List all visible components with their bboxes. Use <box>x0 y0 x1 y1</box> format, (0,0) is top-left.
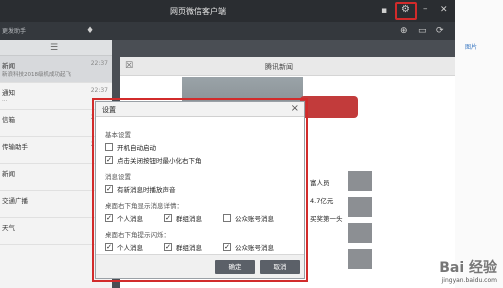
section-show-detail: 桌面右下角显示消息详情： <box>105 202 183 210</box>
news-line-3[interactable]: 买奖第一头 <box>310 213 343 223</box>
notify-personal-label: 个人消息 <box>117 244 143 252</box>
chat-list-header: ☰ <box>0 40 112 56</box>
sound-on-message-checkbox[interactable]: ✓ 有新消息时播放声音 <box>105 184 176 194</box>
notify-personal[interactable]: ✓ 个人消息 <box>105 242 143 252</box>
minimize-on-close-label: 点击关闭按钮时最小化右下角 <box>117 157 202 165</box>
sub-toolbar: 更发助手 ♦ ⊕ ▭ ⟳ <box>0 22 455 40</box>
add-icon[interactable]: ⊕ <box>400 26 408 36</box>
chat-time: 22:37 <box>90 60 108 67</box>
window-title: 网页微信客户端 <box>170 7 226 16</box>
image-link[interactable]: 图片 <box>465 42 477 51</box>
chat-bubble-icon[interactable]: ▪ <box>381 6 387 16</box>
news-line-2[interactable]: 4.7亿元 <box>310 195 333 205</box>
section-message: 消息设置 <box>105 173 131 181</box>
panel-close-icon[interactable]: ☒ <box>125 61 133 71</box>
right-side-panel: 图片 <box>455 0 503 288</box>
show-detail-group-label: 群组消息 <box>176 215 202 223</box>
chat-time: 22:37 <box>90 87 108 94</box>
folder-icon[interactable]: ▭ <box>418 26 427 36</box>
news-thumb-2[interactable] <box>348 197 372 217</box>
section-basic: 基本设置 <box>105 131 131 139</box>
title-bar: 网页微信客户端 ▪ ⚙ – ✕ <box>0 0 455 22</box>
section-notify: 桌面右下角提示闪烁： <box>105 231 170 239</box>
notify-official-box[interactable]: ✓ <box>223 243 231 251</box>
show-detail-personal-label: 个人消息 <box>117 215 143 223</box>
minimize-icon[interactable]: – <box>423 4 428 14</box>
sound-on-message-box[interactable]: ✓ <box>105 185 113 193</box>
chat-name: 传输助手 <box>2 143 28 151</box>
chat-name: 交通广播 <box>2 197 28 205</box>
dialog-header: 设置 × <box>96 102 304 117</box>
news-photo-banner <box>300 96 358 118</box>
cancel-button[interactable]: 取消 <box>260 260 300 274</box>
auto-start-box[interactable] <box>105 143 113 151</box>
dialog-title: 设置 <box>102 106 116 114</box>
chat-name: 新闻 <box>2 62 15 70</box>
settings-dialog: 设置 × 基本设置 开机自动启动 ✓ 点击关闭按钮时最小化右下角 消息设置 ✓ … <box>95 101 305 279</box>
ok-button[interactable]: 确定 <box>215 260 255 274</box>
notify-group[interactable]: ✓ 群组消息 <box>164 242 202 252</box>
contacts-icon[interactable]: ☰ <box>50 43 58 53</box>
news-line-1[interactable]: 富人员 <box>310 177 330 187</box>
show-detail-group[interactable]: ✓ 群组消息 <box>164 213 202 223</box>
subbar-label: 更发助手 <box>2 28 27 35</box>
auto-start-label: 开机自动启动 <box>117 144 156 152</box>
auto-start-checkbox[interactable]: 开机自动启动 <box>105 142 156 152</box>
notify-personal-box[interactable]: ✓ <box>105 243 113 251</box>
chat-preview: 新浪科技2018级机成功起飞 <box>2 72 71 78</box>
gear-icon[interactable]: ⚙ <box>401 5 410 15</box>
show-detail-personal-box[interactable]: ✓ <box>105 214 113 222</box>
chat-list-item[interactable]: 新闻新浪科技2018级机成功起飞 22:37 <box>0 56 112 83</box>
chat-name: 信箱 <box>2 116 15 124</box>
show-detail-personal[interactable]: ✓ 个人消息 <box>105 213 143 223</box>
dialog-footer: 确定 取消 <box>96 254 304 278</box>
dialog-close-icon[interactable]: × <box>291 103 299 114</box>
news-panel-title: 腾讯新闻 <box>265 63 293 71</box>
watermark-url: jingyan.baidu.com <box>441 277 497 284</box>
show-detail-official-box[interactable] <box>223 214 231 222</box>
minimize-on-close-box[interactable]: ✓ <box>105 156 113 164</box>
refresh-icon[interactable]: ⟳ <box>436 26 444 36</box>
notify-official[interactable]: ✓ 公众账号消息 <box>223 242 274 252</box>
watermark-brand: Bai 经验 <box>439 260 497 276</box>
notify-group-label: 群组消息 <box>176 244 202 252</box>
watermark: Bai 经验 jingyan.baidu.com <box>439 257 497 284</box>
show-detail-official[interactable]: 公众账号消息 <box>223 213 274 223</box>
pin-icon[interactable]: ♦ <box>86 26 94 36</box>
show-detail-official-label: 公众账号消息 <box>235 215 274 223</box>
chat-name: 天气 <box>2 224 15 232</box>
chat-preview: ... <box>2 97 8 103</box>
notify-official-label: 公众账号消息 <box>235 244 274 252</box>
sound-on-message-label: 有新消息时播放声音 <box>117 186 176 194</box>
news-thumb-1[interactable] <box>348 171 372 191</box>
news-thumb-4[interactable] <box>348 249 372 269</box>
chat-name: 通知 <box>2 89 15 97</box>
minimize-on-close-checkbox[interactable]: ✓ 点击关闭按钮时最小化右下角 <box>105 155 202 165</box>
notify-group-box[interactable]: ✓ <box>164 243 172 251</box>
news-panel-header: ☒ 腾讯新闻 <box>120 57 455 76</box>
show-detail-group-box[interactable]: ✓ <box>164 214 172 222</box>
chat-name: 新闻 <box>2 170 15 178</box>
news-thumb-3[interactable] <box>348 223 372 243</box>
close-icon[interactable]: ✕ <box>440 5 448 15</box>
